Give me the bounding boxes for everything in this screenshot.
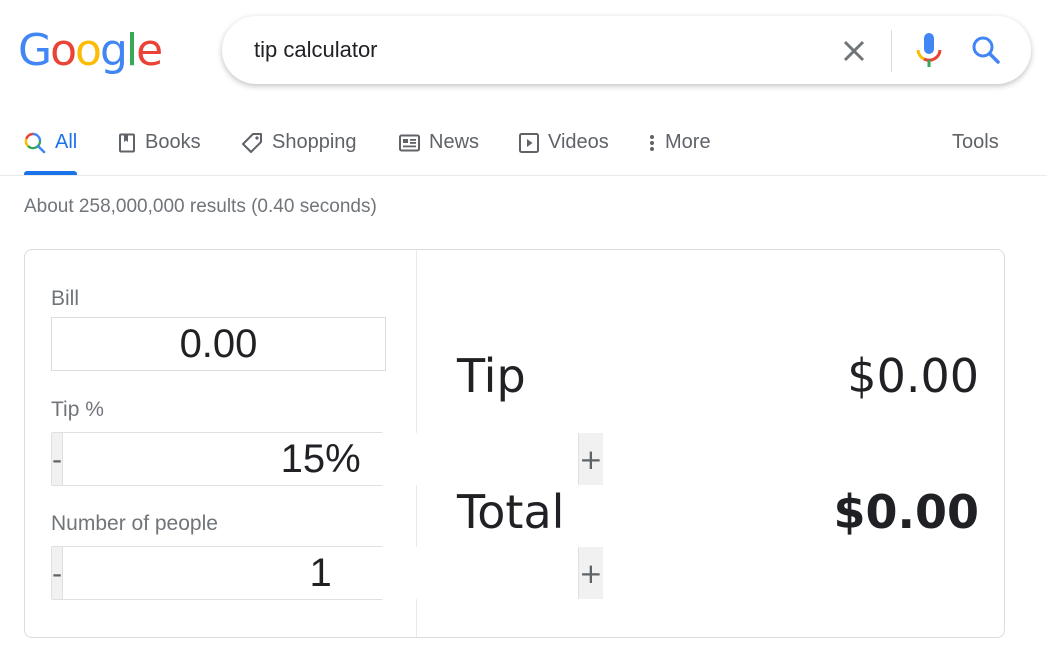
tab-news[interactable]: News <box>399 110 479 175</box>
logo-letter: l <box>125 25 138 76</box>
tip-decrement-button[interactable]: - <box>52 433 64 485</box>
google-search-icon <box>24 132 46 154</box>
search-box <box>222 16 1031 84</box>
play-icon <box>519 132 539 153</box>
people-increment-button[interactable]: + <box>578 547 603 599</box>
people-label: Number of people <box>51 512 218 535</box>
tab-all[interactable]: All <box>24 110 78 175</box>
search-tabs: All Books Shopping News Videos More Tool… <box>0 110 1047 176</box>
people-decrement-button[interactable]: - <box>52 547 64 599</box>
tag-icon <box>241 132 263 154</box>
tab-books[interactable]: Books <box>118 110 201 175</box>
tip-calculator-card: Bill Tip % - + Number of people - + Tip … <box>24 249 1005 638</box>
search-divider <box>891 30 892 72</box>
people-input[interactable] <box>63 547 579 599</box>
tip-result-value: $0.00 <box>847 349 979 403</box>
book-icon <box>118 133 136 153</box>
voice-search-button[interactable] <box>914 32 944 68</box>
google-logo[interactable]: Google <box>18 25 163 76</box>
tab-label: All <box>55 131 78 153</box>
tab-more[interactable]: More <box>648 110 711 175</box>
tip-percent-input[interactable] <box>63 433 579 485</box>
tab-label: Videos <box>548 131 609 153</box>
search-button[interactable] <box>970 34 1002 66</box>
bill-label: Bill <box>51 287 80 310</box>
tab-videos[interactable]: Videos <box>519 110 609 175</box>
tip-increment-button[interactable]: + <box>578 433 603 485</box>
result-stats: About 258,000,000 results (0.40 seconds) <box>24 196 377 217</box>
total-value: $0.00 <box>833 485 979 539</box>
tab-label: Shopping <box>272 131 357 153</box>
newspaper-icon <box>399 134 420 152</box>
total-result-row: Total $0.00 <box>457 482 979 542</box>
tab-label: More <box>665 131 711 153</box>
bill-input[interactable] <box>51 317 386 371</box>
people-stepper: - + <box>51 546 603 600</box>
more-vert-icon <box>648 133 656 153</box>
logo-letter: o <box>75 25 102 76</box>
magnifier-icon <box>972 36 1000 64</box>
search-input[interactable] <box>254 16 814 84</box>
tip-percent-label: Tip % <box>51 398 104 421</box>
logo-letter: o <box>50 25 77 76</box>
total-label: Total <box>457 485 565 539</box>
tip-result-row: Tip $0.00 <box>457 346 979 406</box>
tip-percent-stepper: - + <box>51 432 603 486</box>
microphone-icon <box>916 33 942 67</box>
tip-result-label: Tip <box>457 349 526 403</box>
clear-search-button[interactable] <box>838 35 870 67</box>
tab-shopping[interactable]: Shopping <box>241 110 357 175</box>
tab-label: News <box>429 131 480 153</box>
close-icon <box>843 40 865 62</box>
logo-letter: e <box>136 25 163 76</box>
logo-letter: G <box>18 25 52 76</box>
calculator-inputs-panel: Bill Tip % - + Number of people - + <box>25 250 603 637</box>
logo-letter: g <box>99 25 128 76</box>
tab-label: Books <box>145 131 201 153</box>
tools-button[interactable]: Tools <box>952 110 999 175</box>
